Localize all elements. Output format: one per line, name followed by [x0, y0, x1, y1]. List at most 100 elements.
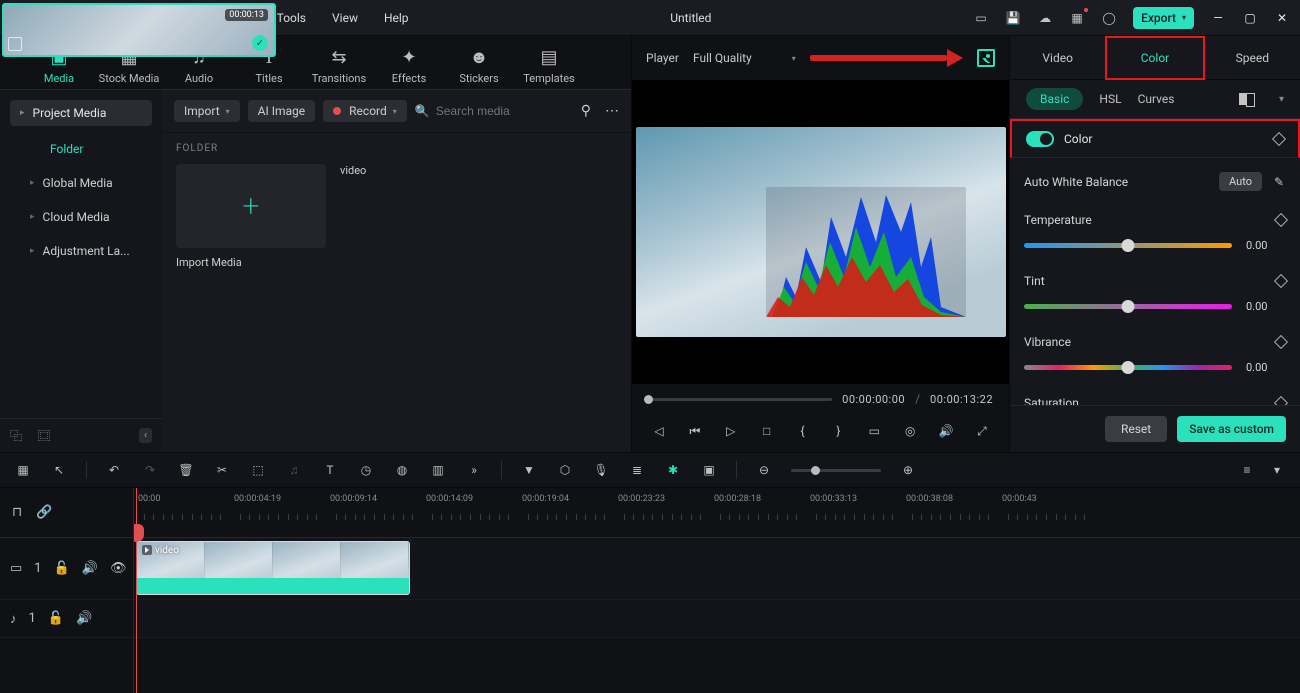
- audio-track[interactable]: [134, 600, 1300, 638]
- close-button[interactable]: ✕: [1274, 10, 1290, 26]
- zoom-in-icon[interactable]: ⊕: [899, 463, 917, 477]
- video-track[interactable]: video: [134, 538, 1300, 600]
- subtab-hsl[interactable]: HSL: [1099, 92, 1121, 106]
- crop-icon[interactable]: ⬚: [249, 463, 267, 477]
- audio-track-header[interactable]: ♪ 1 🔓 🔊: [0, 600, 133, 638]
- sidebar-cloud-media[interactable]: Cloud Media: [0, 200, 162, 234]
- color-icon[interactable]: ◍: [393, 463, 411, 477]
- vibrance-value[interactable]: 0.00: [1246, 361, 1286, 374]
- project-media-button[interactable]: Project Media: [10, 100, 152, 126]
- music-icon[interactable]: ♫: [285, 463, 303, 477]
- keyframe-icon[interactable]: [1272, 132, 1286, 146]
- grid-icon[interactable]: ▦: [14, 463, 32, 477]
- tab-stickers[interactable]: ☻Stickers: [444, 42, 514, 89]
- lock-icon[interactable]: 🔓: [48, 611, 64, 626]
- save-icon[interactable]: 💾: [1005, 10, 1021, 26]
- mixer-icon[interactable]: ≣: [628, 463, 646, 477]
- marker-icon[interactable]: ▼: [520, 463, 538, 477]
- preview-viewport[interactable]: [632, 80, 1009, 384]
- frame-icon[interactable]: ▣: [700, 463, 718, 477]
- tab-color[interactable]: Color: [1105, 36, 1204, 80]
- sidebar-global-media[interactable]: Global Media: [0, 166, 162, 200]
- tint-value[interactable]: 0.00: [1246, 300, 1286, 313]
- delete-icon[interactable]: 🗑: [177, 463, 195, 477]
- tab-speed[interactable]: Speed: [1205, 36, 1300, 80]
- speed-icon[interactable]: ◷: [357, 463, 375, 477]
- screen-icon[interactable]: ▭: [863, 420, 885, 442]
- keyframe-icon[interactable]: [1274, 274, 1288, 288]
- zoom-slider[interactable]: [791, 469, 881, 472]
- more-icon[interactable]: ⋯: [605, 103, 619, 119]
- redo-icon[interactable]: ↷: [141, 463, 159, 477]
- playhead[interactable]: [136, 488, 137, 693]
- import-media-tile[interactable]: + Import Media: [176, 164, 326, 269]
- temperature-value[interactable]: 0.00: [1246, 239, 1286, 252]
- eyedropper-icon[interactable]: ✎: [1272, 175, 1286, 189]
- collapse-sidebar-icon[interactable]: ‹: [139, 428, 152, 443]
- mark-out-button[interactable]: }: [827, 420, 849, 442]
- reset-button[interactable]: Reset: [1105, 416, 1167, 442]
- cloud-icon[interactable]: ☁: [1037, 10, 1053, 26]
- smart-icon[interactable]: ✱: [664, 463, 682, 477]
- compare-icon[interactable]: [1239, 93, 1255, 105]
- zoom-out-icon[interactable]: ⊖: [755, 463, 773, 477]
- video-track-header[interactable]: ▭ 1 🔓 🔊 👁: [0, 538, 133, 600]
- export-button[interactable]: Export▾: [1133, 7, 1194, 29]
- eye-icon[interactable]: 👁: [110, 561, 127, 576]
- minimize-button[interactable]: —: [1210, 10, 1226, 26]
- subtab-more-icon[interactable]: ▾: [1279, 94, 1284, 105]
- temperature-slider[interactable]: [1024, 243, 1232, 248]
- new-folder-icon[interactable]: ⿻: [10, 427, 22, 444]
- subtab-basic[interactable]: Basic: [1026, 88, 1083, 110]
- device-icon[interactable]: ▭: [973, 10, 989, 26]
- account-icon[interactable]: ◯: [1101, 10, 1117, 26]
- ai-image-button[interactable]: AI Image: [248, 100, 315, 122]
- magnet-icon[interactable]: ⊓: [12, 505, 22, 520]
- apps-icon[interactable]: ▦: [1069, 10, 1085, 26]
- play-button[interactable]: ▷: [720, 420, 742, 442]
- undo-icon[interactable]: ↶: [105, 463, 123, 477]
- pointer-icon[interactable]: ↖: [50, 463, 68, 477]
- folder-label[interactable]: Folder: [0, 132, 162, 166]
- quality-dropdown[interactable]: Full Quality▾: [693, 51, 796, 65]
- tint-slider[interactable]: [1024, 304, 1232, 309]
- record-dropdown[interactable]: Record▾: [323, 100, 407, 122]
- adjust-icon[interactable]: ▥: [429, 463, 447, 477]
- cut-icon[interactable]: ✂: [213, 463, 231, 477]
- maximize-button[interactable]: ▢: [1242, 10, 1258, 26]
- timeline-body[interactable]: 00:0000:00:04:1900:00:09:1400:00:14:0900…: [134, 488, 1300, 693]
- sidebar-adjustment-layer[interactable]: Adjustment La...: [0, 234, 162, 268]
- keyframe-icon[interactable]: [1274, 335, 1288, 349]
- save-custom-button[interactable]: Save as custom: [1177, 416, 1286, 442]
- subtab-curves[interactable]: Curves: [1138, 92, 1175, 106]
- color-toggle[interactable]: [1026, 131, 1054, 147]
- color-section-header[interactable]: Color: [1010, 119, 1300, 158]
- volume-icon[interactable]: 🔊: [935, 420, 957, 442]
- prev-frame-button[interactable]: ⏮: [684, 420, 706, 442]
- snapshot-icon[interactable]: [977, 49, 995, 67]
- mute-icon[interactable]: 🔊: [76, 611, 92, 626]
- shield-icon[interactable]: ⬡: [556, 463, 574, 477]
- stop-square-button[interactable]: □: [756, 420, 778, 442]
- mic-icon[interactable]: 🎙: [592, 463, 610, 477]
- link-icon[interactable]: 🔗: [36, 505, 52, 520]
- search-media[interactable]: 🔍: [415, 104, 567, 118]
- new-bin-icon[interactable]: ⿴: [38, 427, 50, 444]
- tab-transitions[interactable]: ⇆Transitions: [304, 42, 374, 89]
- timeline-clip[interactable]: video: [136, 541, 410, 595]
- more-tools-icon[interactable]: »: [465, 463, 483, 477]
- tab-templates[interactable]: ▤Templates: [514, 42, 584, 89]
- menu-view[interactable]: View: [332, 11, 358, 25]
- video-clip-tile[interactable]: 00:00:13 ✓ video: [340, 164, 490, 269]
- stop-button[interactable]: ◁: [648, 420, 670, 442]
- filter-icon[interactable]: ⚲: [581, 103, 591, 119]
- mark-in-button[interactable]: {: [792, 420, 814, 442]
- keyframe-icon[interactable]: [1274, 213, 1288, 227]
- list-icon[interactable]: ≡: [1238, 463, 1256, 477]
- keyframe-icon[interactable]: [1274, 396, 1288, 405]
- import-dropdown[interactable]: Import▾: [174, 100, 240, 122]
- vibrance-slider[interactable]: [1024, 365, 1232, 370]
- menu-tools[interactable]: Tools: [277, 11, 306, 25]
- text-icon[interactable]: T: [321, 463, 339, 477]
- lock-icon[interactable]: 🔓: [54, 561, 70, 576]
